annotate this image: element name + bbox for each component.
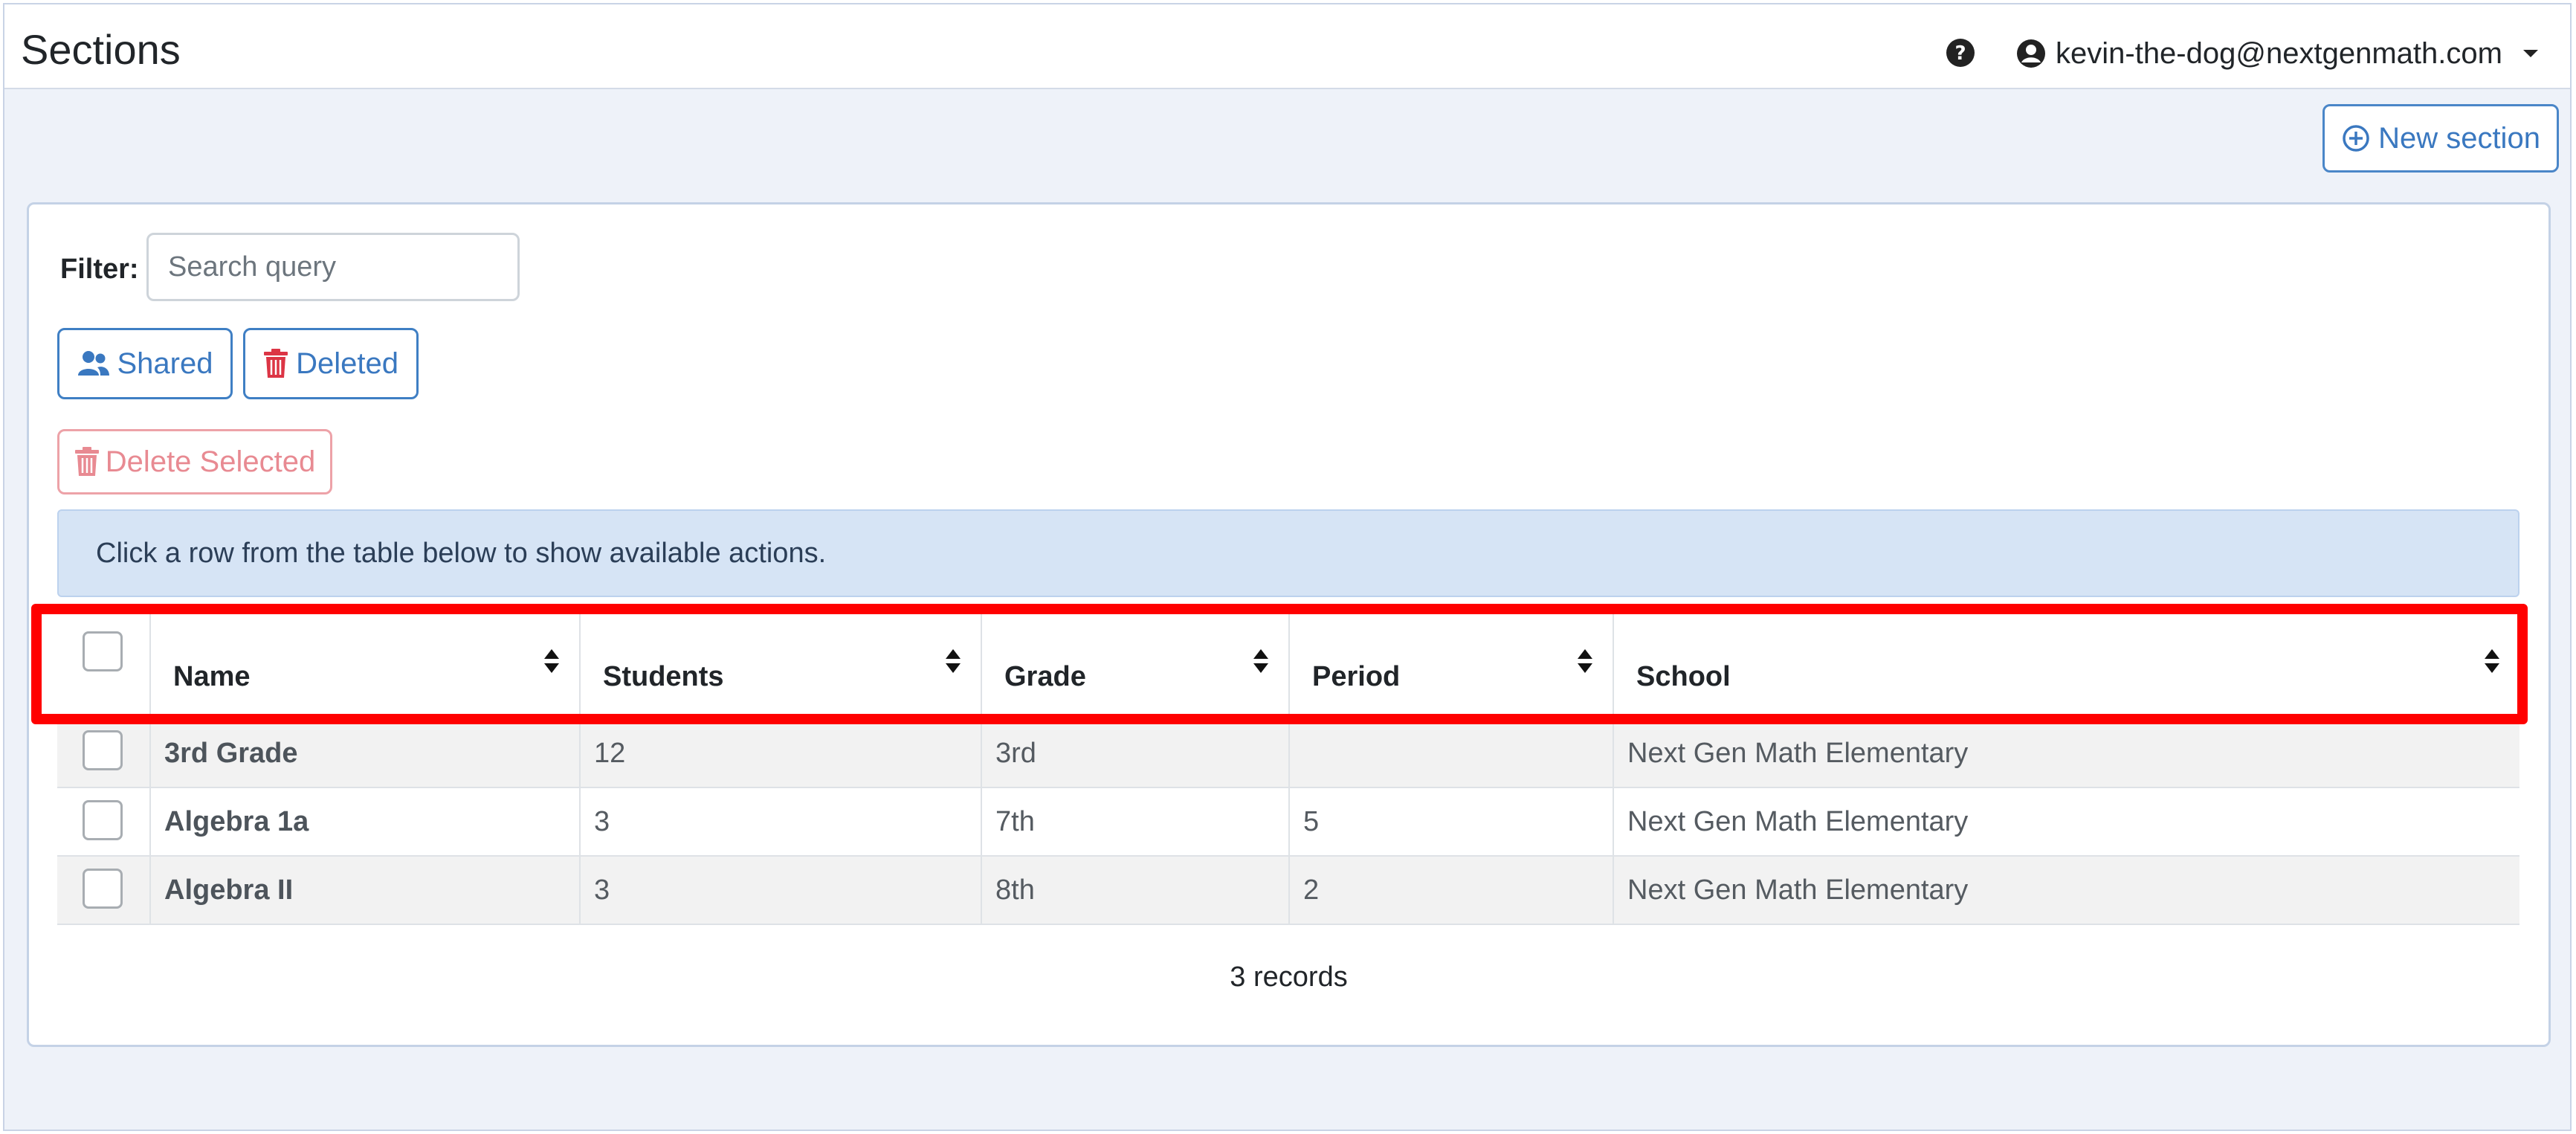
cell-school: Next Gen Math Elementary [1613, 857, 2519, 924]
cell-grade: 8th [981, 857, 1288, 924]
plus-circle-icon [2343, 125, 2369, 152]
cell-period: 2 [1288, 857, 1613, 924]
row-select-cell [57, 857, 149, 924]
cell-students: 3 [579, 788, 981, 855]
trash-icon [74, 447, 99, 476]
cell-name: Algebra 1a [149, 788, 579, 855]
table-row[interactable]: Algebra II 3 8th 2 Next Gen Math Element… [57, 857, 2519, 925]
deleted-label: Deleted [296, 347, 398, 380]
user-menu[interactable]: kevin-the-dog@nextgenmath.com [2015, 36, 2540, 71]
row-select-cell [57, 788, 149, 855]
search-input[interactable] [146, 233, 520, 301]
user-circle-icon [2017, 39, 2045, 68]
header-highlight-annotation [31, 604, 2528, 724]
trash-icon [264, 349, 288, 378]
shared-label: Shared [117, 347, 213, 380]
cell-school: Next Gen Math Elementary [1613, 788, 2519, 855]
svg-text:?: ? [1954, 42, 1966, 65]
info-alert-text: Click a row from the table below to show… [96, 537, 827, 569]
cell-grade: 3rd [981, 720, 1288, 787]
new-section-button[interactable]: New section [2322, 104, 2559, 173]
cell-school: Next Gen Math Elementary [1613, 720, 2519, 787]
cell-grade: 7th [981, 788, 1288, 855]
user-email: kevin-the-dog@nextgenmath.com [2056, 36, 2502, 70]
row-checkbox[interactable] [83, 869, 123, 909]
info-alert: Click a row from the table below to show… [57, 509, 2519, 597]
shared-button[interactable]: Shared [57, 328, 233, 399]
row-checkbox[interactable] [83, 800, 123, 840]
delete-selected-label: Delete Selected [105, 445, 316, 478]
table-row[interactable]: 3rd Grade 12 3rd Next Gen Math Elementar… [57, 720, 2519, 788]
delete-selected-button[interactable]: Delete Selected [57, 429, 332, 494]
caret-down-icon [2522, 50, 2538, 57]
cell-period [1288, 720, 1613, 787]
row-checkbox[interactable] [83, 730, 123, 770]
table-row[interactable]: Algebra 1a 3 7th 5 Next Gen Math Element… [57, 788, 2519, 857]
question-circle-icon[interactable]: ? [1945, 37, 1976, 68]
deleted-button[interactable]: Deleted [243, 328, 419, 399]
users-icon [77, 351, 109, 376]
records-count: 3 records [1230, 961, 1348, 993]
page-title: Sections [21, 26, 181, 73]
row-select-cell [57, 720, 149, 787]
cell-students: 3 [579, 857, 981, 924]
cell-period: 5 [1288, 788, 1613, 855]
new-section-label: New section [2378, 121, 2540, 155]
cell-students: 12 [579, 720, 981, 787]
filter-label: Filter: [60, 254, 139, 285]
cell-name: Algebra II [149, 857, 579, 924]
top-navbar: Sections ? kevin-the-dog@nextgenmath.com [4, 4, 2570, 89]
cell-name: 3rd Grade [149, 720, 579, 787]
